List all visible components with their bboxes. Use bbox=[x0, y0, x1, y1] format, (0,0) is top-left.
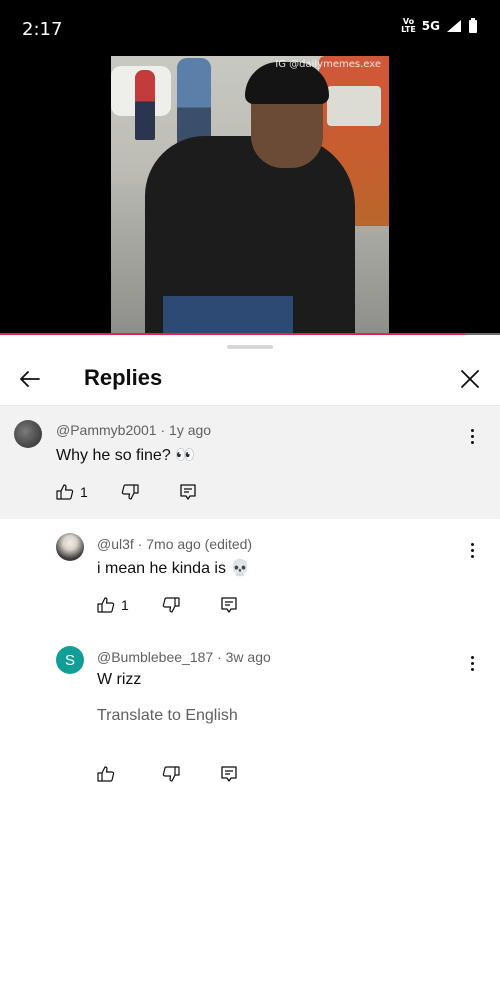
video-bystander bbox=[177, 58, 211, 148]
back-button[interactable] bbox=[12, 361, 48, 397]
thumbs-up-icon bbox=[56, 484, 74, 500]
reply-icon bbox=[180, 484, 196, 500]
like-count: 1 bbox=[121, 597, 129, 613]
more-options-button[interactable] bbox=[462, 651, 482, 675]
reply-button[interactable] bbox=[220, 593, 238, 617]
battery-icon bbox=[469, 18, 477, 33]
video-bystander bbox=[135, 70, 155, 140]
sheet-header: Replies bbox=[0, 357, 500, 405]
video-frame[interactable]: IG @dailymemes.exe bbox=[111, 56, 389, 334]
video-player[interactable]: IG @dailymemes.exe bbox=[0, 56, 500, 334]
comment-text: i mean he kinda is 💀 bbox=[97, 560, 251, 577]
avatar[interactable] bbox=[56, 533, 84, 561]
dislike-button[interactable] bbox=[162, 762, 180, 786]
dislike-button[interactable] bbox=[162, 593, 180, 617]
dislike-button[interactable] bbox=[121, 480, 139, 504]
status-time: 2:17 bbox=[22, 19, 63, 40]
more-options-button[interactable] bbox=[462, 424, 482, 448]
drag-handle[interactable] bbox=[227, 345, 273, 349]
comment-author[interactable]: @ul3f bbox=[97, 536, 134, 552]
network-type-label: 5G bbox=[421, 19, 440, 33]
avatar-letter: S bbox=[64, 651, 75, 669]
reply-icon bbox=[221, 597, 237, 613]
reply-button[interactable] bbox=[179, 480, 197, 504]
thumbs-down-icon bbox=[121, 484, 139, 500]
like-count: 1 bbox=[80, 484, 88, 500]
reply-comment: S @Bumblebee_187 · 3w ago W rizz Transla… bbox=[0, 632, 500, 792]
comment-text: W rizz bbox=[97, 671, 142, 688]
reply-button[interactable] bbox=[220, 762, 238, 786]
reply-icon bbox=[221, 766, 237, 782]
comment-meta: @Bumblebee_187 · 3w ago bbox=[97, 649, 271, 665]
comment-age: 1y ago bbox=[169, 422, 212, 438]
comment-author[interactable]: @Bumblebee_187 bbox=[97, 649, 213, 665]
video-watermark: IG @dailymemes.exe bbox=[275, 59, 381, 70]
reply-comment: @ul3f · 7mo ago (edited) i mean he kinda… bbox=[0, 519, 500, 632]
like-button[interactable] bbox=[97, 762, 115, 786]
more-options-button[interactable] bbox=[462, 538, 482, 562]
comment-age: 7mo ago (edited) bbox=[146, 536, 253, 552]
thumbs-down-icon bbox=[162, 597, 180, 613]
like-button[interactable]: 1 bbox=[56, 480, 88, 504]
comment-author[interactable]: @Pammyb2001 bbox=[56, 422, 157, 438]
status-bar: 2:17 Vo LTE 5G bbox=[0, 0, 500, 56]
parent-comment: @Pammyb2001 · 1y ago Why he so fine? 👀 1 bbox=[0, 406, 500, 519]
close-button[interactable] bbox=[452, 361, 488, 397]
close-icon bbox=[461, 370, 479, 388]
signal-icon bbox=[447, 20, 461, 32]
thumbs-up-icon bbox=[97, 766, 115, 782]
comment-age: 3w ago bbox=[225, 649, 271, 665]
translate-link[interactable]: Translate to English bbox=[97, 707, 238, 725]
volte-icon: Vo LTE bbox=[401, 17, 416, 34]
sheet-title: Replies bbox=[84, 365, 163, 390]
like-button[interactable]: 1 bbox=[97, 593, 129, 617]
thumbs-up-icon bbox=[97, 597, 115, 613]
replies-sheet: Replies @Pammyb2001 · 1y ago Why he so f… bbox=[0, 335, 500, 992]
comment-meta: @Pammyb2001 · 1y ago bbox=[56, 422, 212, 438]
comment-text: Why he so fine? 👀 bbox=[56, 447, 196, 464]
thumbs-down-icon bbox=[162, 766, 180, 782]
arrow-left-icon bbox=[20, 371, 40, 387]
avatar[interactable]: S bbox=[56, 646, 84, 674]
comment-meta: @ul3f · 7mo ago (edited) bbox=[97, 536, 253, 552]
avatar[interactable] bbox=[14, 420, 42, 448]
status-icons: Vo LTE 5G bbox=[401, 18, 478, 34]
